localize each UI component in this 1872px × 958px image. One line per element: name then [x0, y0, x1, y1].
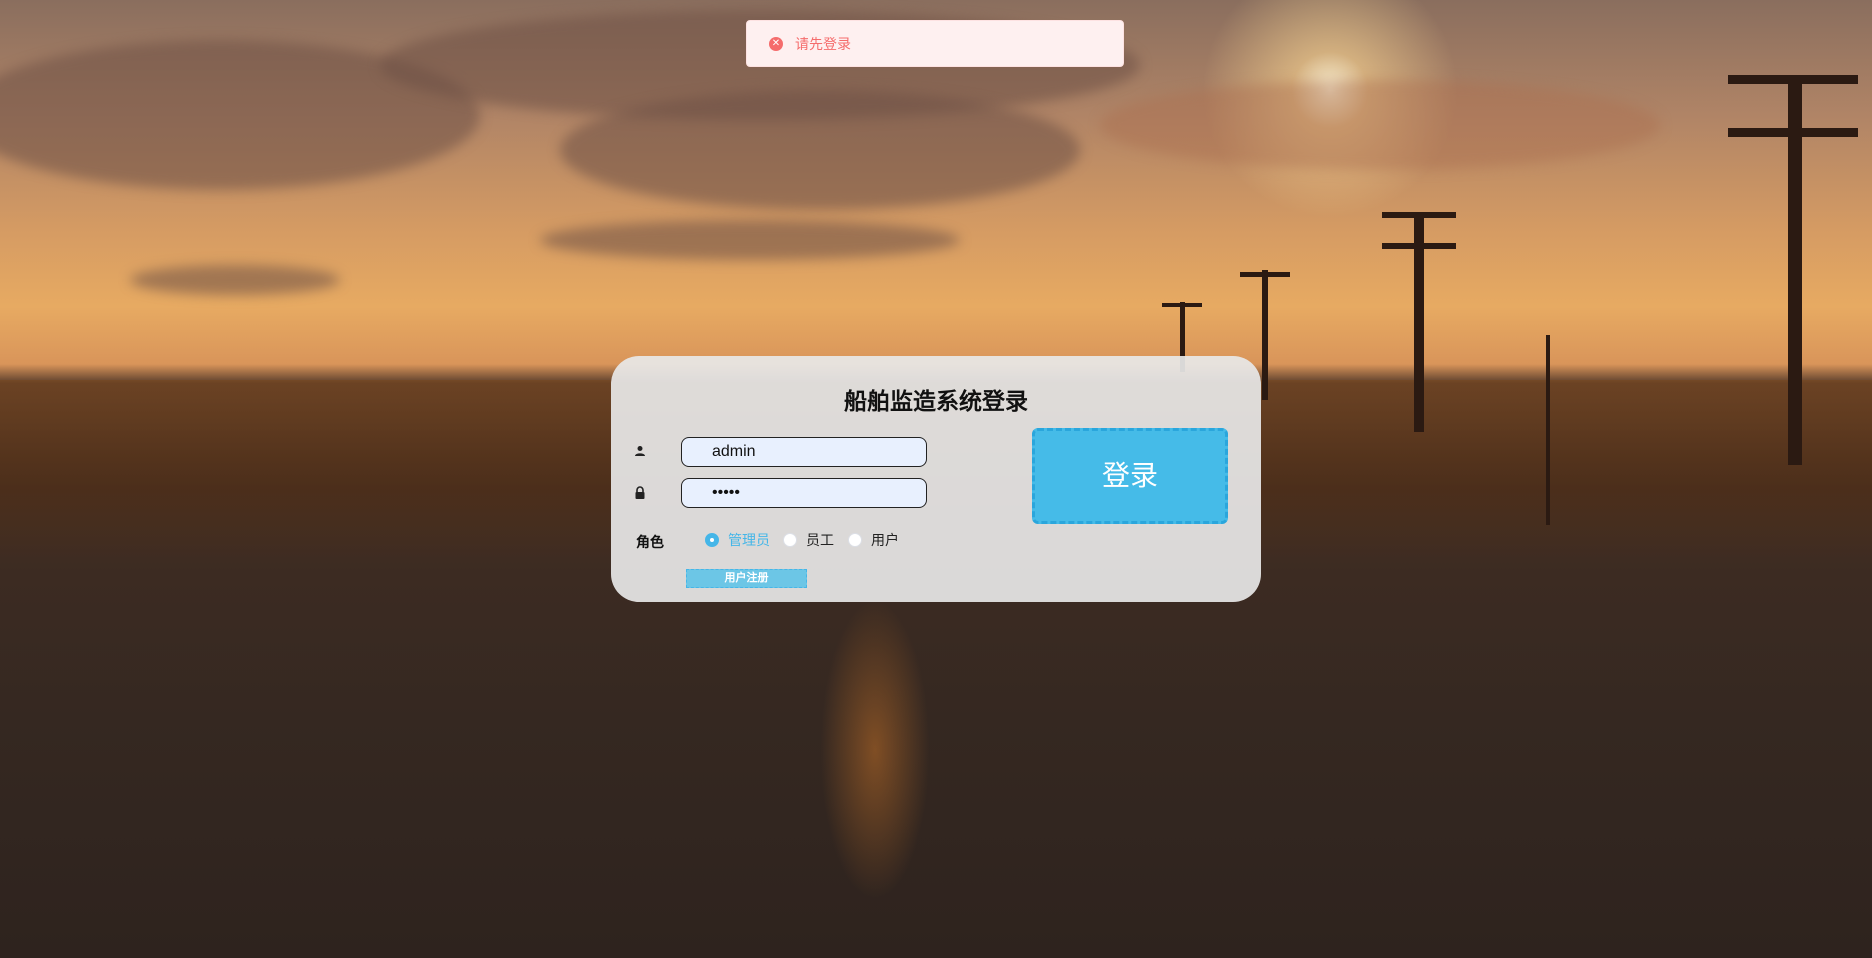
utility-pole-crossbar: [1382, 243, 1456, 249]
login-button[interactable]: 登录: [1032, 428, 1228, 524]
login-title: 船舶监造系统登录: [844, 388, 1028, 414]
role-label-admin: 管理员: [728, 532, 770, 548]
role-label-employee: 员工: [806, 532, 834, 548]
lock-icon: [633, 486, 647, 500]
role-radio-employee[interactable]: 员工: [783, 530, 834, 550]
user-icon: [633, 445, 647, 459]
toast-message: 请先登录: [795, 35, 851, 52]
radio-dot: [705, 533, 719, 547]
cloud: [1100, 80, 1660, 170]
utility-pole-crossbar: [1240, 272, 1290, 277]
login-panel: 船舶监造系统登录 admin ••••• 角色 管理员 员工 用户 用户注册 登…: [611, 356, 1261, 602]
radio-dot: [783, 533, 797, 547]
utility-pole-crossbar: [1162, 303, 1202, 307]
role-radio-user[interactable]: 用户: [848, 530, 899, 550]
cloud: [540, 220, 960, 260]
cloud: [130, 265, 340, 295]
error-circle-icon: ✕: [769, 36, 783, 51]
utility-pole-crossbar: [1728, 128, 1858, 137]
utility-pole-crossbar: [1728, 75, 1858, 84]
role-radio-admin[interactable]: 管理员: [705, 530, 770, 550]
role-label: 角色: [636, 534, 664, 550]
utility-pole-crossbar: [1382, 212, 1456, 218]
cloud: [560, 90, 1080, 210]
road-centerline: [820, 600, 930, 900]
password-input[interactable]: •••••: [681, 478, 927, 508]
role-label-user: 用户: [871, 532, 899, 548]
route-sign-post: [1546, 335, 1550, 525]
register-button[interactable]: 用户注册: [686, 569, 807, 588]
utility-pole: [1262, 270, 1268, 400]
username-input[interactable]: admin: [681, 437, 927, 467]
radio-dot: [848, 533, 862, 547]
error-toast: ✕ 请先登录: [746, 20, 1124, 67]
